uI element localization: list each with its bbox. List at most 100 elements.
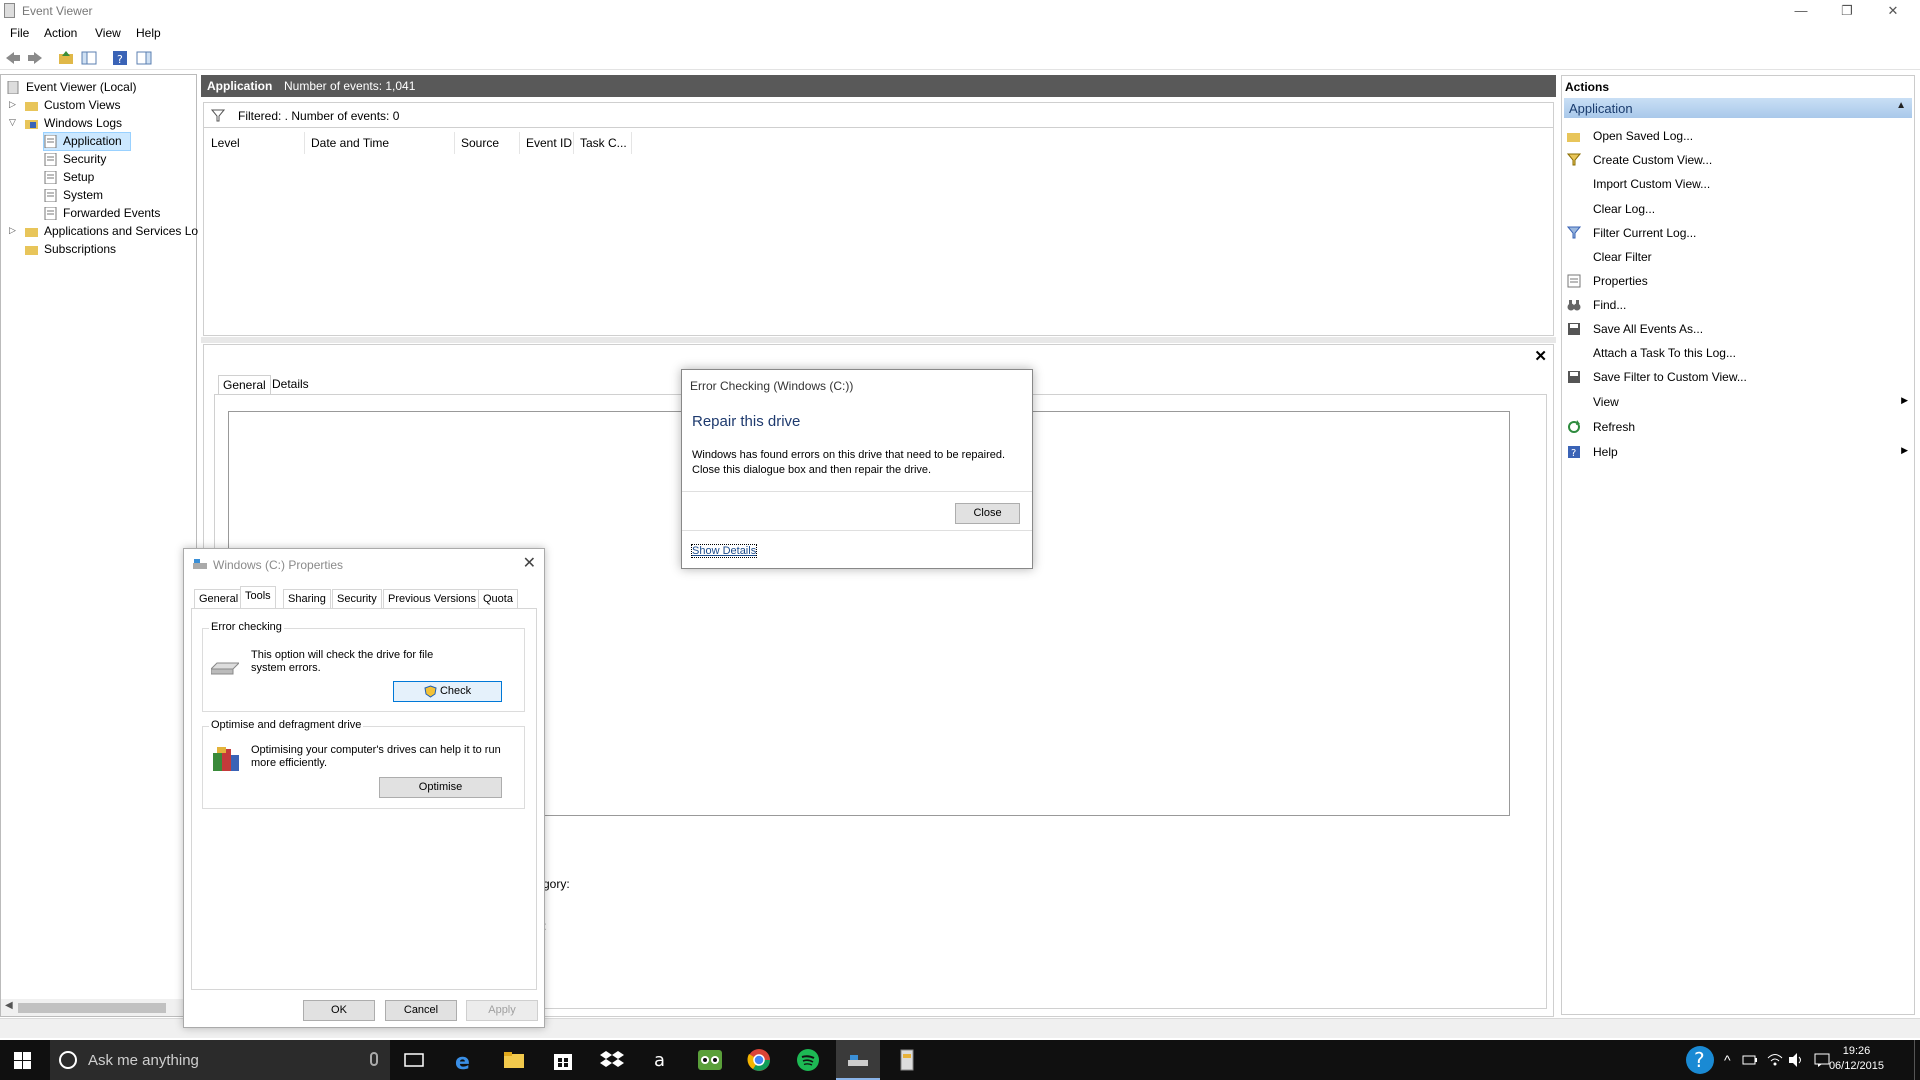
spotify-icon[interactable] bbox=[796, 1048, 820, 1072]
column-source[interactable]: Source bbox=[461, 136, 499, 154]
close-window-button[interactable]: ✕ bbox=[1870, 0, 1916, 22]
column-divider[interactable] bbox=[519, 132, 520, 154]
apply-button[interactable]: Apply bbox=[466, 1000, 538, 1021]
chrome-icon[interactable] bbox=[747, 1048, 771, 1072]
actions-header: Actions bbox=[1565, 80, 1610, 94]
action-open-saved-log[interactable]: Open Saved Log... bbox=[1562, 126, 1912, 146]
tab-tools[interactable]: Tools bbox=[240, 586, 276, 609]
edge-icon[interactable]: e bbox=[453, 1048, 477, 1072]
cancel-button[interactable]: Cancel bbox=[385, 1000, 457, 1021]
show-action-pane-icon[interactable] bbox=[136, 50, 152, 66]
task-view-icon[interactable] bbox=[402, 1048, 426, 1072]
column-event-id[interactable]: Event ID bbox=[526, 136, 572, 154]
dialog-close-icon[interactable]: ✕ bbox=[523, 553, 536, 573]
optimise-text: Optimising your computer's drives can he… bbox=[251, 744, 501, 769]
expand-arrow-icon[interactable]: ▷ bbox=[9, 225, 16, 236]
column-date-time[interactable]: Date and Time bbox=[311, 136, 389, 154]
binoculars-icon bbox=[1567, 300, 1581, 311]
close-button[interactable]: Close bbox=[955, 503, 1020, 524]
details-field-label: gory: bbox=[543, 877, 570, 891]
action-import-custom-view[interactable]: Import Custom View... bbox=[1562, 174, 1912, 194]
divider bbox=[682, 530, 1032, 531]
menu-help[interactable]: Help bbox=[136, 26, 161, 40]
window-title: Event Viewer bbox=[22, 4, 93, 18]
dialog-heading: Repair this drive bbox=[692, 413, 801, 430]
show-hide-tree-icon[interactable] bbox=[81, 50, 97, 66]
tab-sharing[interactable]: Sharing bbox=[283, 589, 331, 609]
menu-file[interactable]: File bbox=[10, 26, 29, 40]
help-tray-icon[interactable]: ? bbox=[1685, 1045, 1715, 1075]
action-properties[interactable]: Properties bbox=[1562, 271, 1912, 291]
help-icon[interactable]: ? bbox=[112, 50, 128, 66]
tab-general[interactable]: General bbox=[218, 375, 271, 394]
action-attach-task[interactable]: Attach a Task To this Log... bbox=[1562, 343, 1912, 363]
expand-arrow-icon[interactable]: ▷ bbox=[9, 99, 16, 110]
tripadvisor-icon[interactable] bbox=[698, 1048, 722, 1072]
show-hidden-icons-chevron-icon[interactable]: ^ bbox=[1724, 1052, 1731, 1068]
column-task-category[interactable]: Task C... bbox=[580, 136, 627, 154]
check-button[interactable]: Check bbox=[393, 681, 502, 702]
action-center-icon[interactable] bbox=[1814, 1052, 1830, 1068]
log-icon bbox=[44, 153, 57, 166]
collapse-caret-icon[interactable]: ▲ bbox=[1896, 100, 1906, 111]
scroll-thumb[interactable] bbox=[18, 1003, 166, 1013]
amazon-icon[interactable]: a bbox=[649, 1048, 673, 1072]
minimize-button[interactable]: — bbox=[1778, 0, 1824, 22]
optimise-button[interactable]: Optimise bbox=[379, 777, 502, 798]
dropbox-icon[interactable] bbox=[600, 1048, 624, 1072]
volume-icon[interactable] bbox=[1788, 1052, 1804, 1068]
close-details-button[interactable]: ✕ bbox=[1534, 347, 1547, 365]
folder-up-icon[interactable] bbox=[58, 50, 74, 66]
drive-icon bbox=[193, 559, 207, 569]
action-filter-current-log[interactable]: Filter Current Log... bbox=[1562, 223, 1912, 243]
show-desktop-button[interactable] bbox=[1914, 1040, 1920, 1080]
tab-details[interactable]: Details bbox=[272, 377, 309, 391]
wifi-icon[interactable] bbox=[1767, 1052, 1783, 1068]
action-clear-log[interactable]: Clear Log... bbox=[1562, 199, 1912, 219]
actions-section-application[interactable]: Application ▲ bbox=[1564, 98, 1912, 118]
tab-security[interactable]: Security bbox=[332, 589, 382, 609]
maximize-button[interactable]: ❐ bbox=[1824, 0, 1870, 22]
svg-text:e: e bbox=[455, 1050, 470, 1072]
pane-splitter[interactable] bbox=[201, 337, 1556, 343]
microphone-icon[interactable] bbox=[370, 1052, 378, 1066]
show-details-link[interactable]: Show Details bbox=[690, 544, 758, 558]
event-viewer-taskbar-icon[interactable] bbox=[895, 1048, 919, 1072]
back-arrow-icon[interactable] bbox=[5, 50, 21, 66]
action-clear-filter[interactable]: Clear Filter bbox=[1562, 247, 1912, 267]
store-icon[interactable] bbox=[551, 1048, 575, 1072]
column-level[interactable]: Level bbox=[211, 136, 240, 154]
action-save-filter[interactable]: Save Filter to Custom View... bbox=[1562, 367, 1912, 387]
tab-previous-versions[interactable]: Previous Versions bbox=[383, 589, 482, 609]
column-divider[interactable] bbox=[573, 132, 574, 154]
action-view[interactable]: View ▶ bbox=[1562, 392, 1912, 412]
drive-properties-taskbar-icon[interactable] bbox=[846, 1048, 870, 1072]
column-divider[interactable] bbox=[454, 132, 455, 154]
start-windows-icon[interactable] bbox=[14, 1052, 31, 1069]
action-help[interactable]: ? Help ▶ bbox=[1562, 442, 1912, 462]
ok-button[interactable]: OK bbox=[303, 1000, 375, 1021]
tab-quota[interactable]: Quota bbox=[478, 589, 518, 609]
action-find[interactable]: Find... bbox=[1562, 295, 1912, 315]
forward-arrow-icon[interactable] bbox=[27, 50, 43, 66]
column-divider[interactable] bbox=[631, 132, 632, 154]
action-refresh[interactable]: Refresh bbox=[1562, 417, 1912, 437]
clock[interactable]: 19:26 06/12/2015 bbox=[1829, 1044, 1884, 1074]
divider bbox=[682, 491, 1032, 492]
action-create-custom-view[interactable]: Create Custom View... bbox=[1562, 150, 1912, 170]
menu-action[interactable]: Action bbox=[44, 26, 77, 40]
menu-view[interactable]: View bbox=[95, 26, 121, 40]
battery-icon[interactable] bbox=[1742, 1053, 1758, 1067]
collapse-arrow-icon[interactable]: ▽ bbox=[9, 117, 16, 128]
tree-horizontal-scrollbar[interactable]: ◀ bbox=[1, 999, 196, 1016]
submenu-arrow-icon: ▶ bbox=[1901, 395, 1908, 405]
log-icon bbox=[44, 135, 57, 148]
tab-general[interactable]: General bbox=[194, 589, 244, 609]
search-box[interactable]: Ask me anything bbox=[50, 1040, 390, 1080]
scroll-left-icon[interactable]: ◀ bbox=[5, 1000, 13, 1011]
file-explorer-icon[interactable] bbox=[502, 1048, 526, 1072]
action-save-all-events[interactable]: Save All Events As... bbox=[1562, 319, 1912, 339]
tree-item-application[interactable]: Application bbox=[43, 132, 131, 151]
column-divider[interactable] bbox=[304, 132, 305, 154]
taskbar: Ask me anything e a ? ^ 19:26 06/12/2015 bbox=[0, 1040, 1920, 1080]
